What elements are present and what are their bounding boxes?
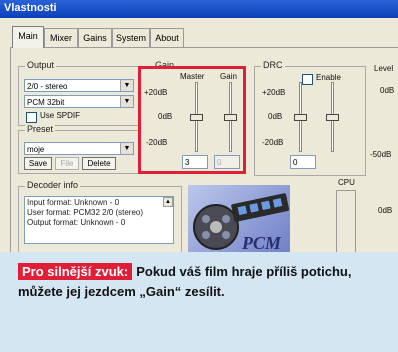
levels-label-bottom: 0dB (378, 206, 393, 215)
chevron-down-icon[interactable]: ▼ (120, 80, 133, 91)
properties-window: Vlastnosti Main Mixer Gains System About… (0, 0, 398, 252)
pcm-logo-image: PCM (188, 185, 290, 252)
drc-scale-bottom: -20dB (262, 138, 284, 147)
levels-group-label: Level (374, 64, 394, 73)
drc-slider-1[interactable] (294, 82, 308, 152)
preset-delete-button[interactable]: Delete (82, 157, 116, 170)
preset-group-label: Preset (25, 124, 56, 134)
title-bar[interactable]: Vlastnosti (0, 0, 398, 18)
decoder-info-box: Input format: Unknown - 0 User format: P… (24, 196, 174, 244)
preset-select[interactable]: moje ▼ (24, 142, 134, 155)
drc-thumb-2[interactable] (326, 114, 339, 121)
output-group-label: Output (25, 60, 57, 70)
logo-text: PCM (242, 233, 282, 252)
tab-gains[interactable]: Gains (78, 28, 112, 47)
cpu-meter (336, 190, 356, 252)
output-channels-select[interactable]: 2/0 - stereo ▼ (24, 79, 134, 92)
output-format-select[interactable]: PCM 32bit ▼ (24, 95, 134, 108)
decoder-line: User format: PCM32 2/0 (stereo) (27, 208, 144, 217)
use-spdif-checkbox[interactable] (26, 112, 37, 123)
gain-highlight-frame (138, 66, 246, 174)
preset-file-button[interactable]: File (55, 157, 79, 170)
preset-value: moje (27, 145, 45, 154)
levels-label-top: 0dB (380, 86, 395, 95)
preset-save-button[interactable]: Save (24, 157, 52, 170)
output-channels-value: 2/0 - stereo (27, 82, 68, 91)
drc-scale-mid: 0dB (268, 112, 283, 121)
drc-enable-label: Enable (316, 73, 341, 82)
output-format-value: PCM 32bit (27, 98, 65, 107)
drc-scale-top: +20dB (262, 88, 286, 97)
tab-about[interactable]: About (150, 28, 184, 47)
decoder-line: Output format: Unknown - 0 (27, 218, 126, 227)
drc-group-label: DRC (261, 60, 285, 70)
window-title: Vlastnosti (4, 2, 57, 14)
tab-system[interactable]: System (112, 28, 150, 47)
caption: Pro silnější zvuk: Pokud váš film hraje p… (18, 262, 386, 302)
chevron-down-icon[interactable]: ▼ (120, 143, 133, 154)
drc-input[interactable]: 0 (290, 155, 316, 169)
tab-mixer[interactable]: Mixer (44, 28, 78, 47)
decoder-line: Input format: Unknown - 0 (27, 198, 120, 207)
scroll-up-icon[interactable]: ▲ (163, 197, 173, 207)
chevron-down-icon[interactable]: ▼ (120, 96, 133, 107)
levels-label-mid: -50dB (370, 150, 392, 159)
caption-badge: Pro silnější zvuk: (18, 263, 133, 280)
tab-main[interactable]: Main (12, 26, 44, 48)
use-spdif-label: Use SPDIF (40, 111, 81, 120)
decoder-info-label: Decoder info (25, 180, 81, 190)
drc-slider-2[interactable] (326, 82, 340, 152)
cpu-label: CPU (338, 178, 355, 187)
drc-thumb-1[interactable] (294, 114, 307, 121)
